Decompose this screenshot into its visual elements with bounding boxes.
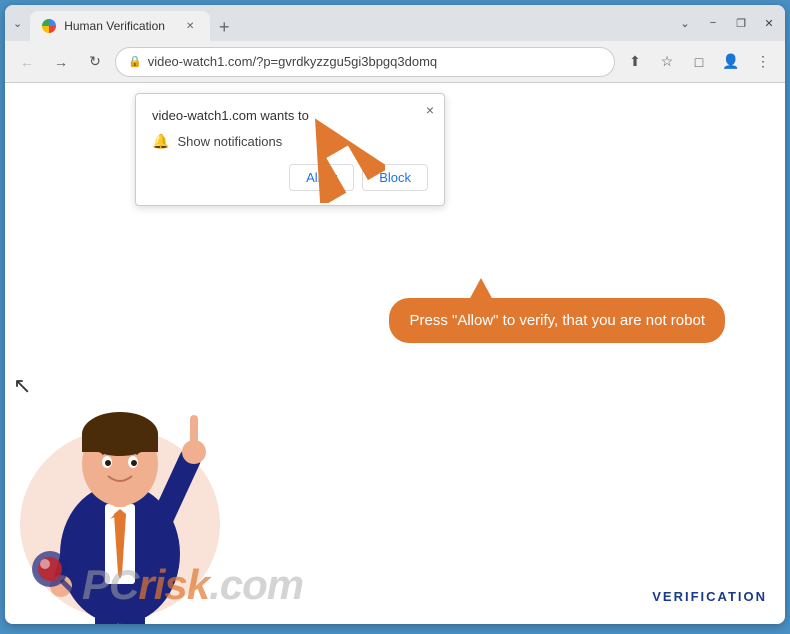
pcrisk-logo-area: PC risk .com <box>25 544 303 609</box>
window-controls: ⌄ − ❐ ✕ <box>669 17 777 30</box>
close-button[interactable]: ✕ <box>761 17 777 30</box>
pcrisk-text: PC <box>82 561 138 609</box>
bell-icon: 🔔 <box>152 133 169 150</box>
tab-strip-chevron[interactable]: ⌄ <box>13 17 22 30</box>
menu-button[interactable]: ⋮ <box>749 48 777 76</box>
verification-label-area: VERIFICATION <box>652 588 767 606</box>
tab-title: Human Verification <box>64 19 165 33</box>
address-bar[interactable]: 🔒 video-watch1.com/?p=gvrdkyzzgu5gi3bpgq… <box>115 47 615 77</box>
new-tab-button[interactable]: + <box>210 13 238 41</box>
nav-actions: ⬆ ☆ □ 👤 ⋮ <box>621 48 777 76</box>
active-tab[interactable]: Human Verification ✕ <box>30 11 210 41</box>
popup-close-button[interactable]: × <box>426 102 434 118</box>
extensions-button[interactable]: □ <box>685 48 713 76</box>
browser-window: ⌄ Human Verification ✕ + ⌄ − ❐ ✕ ← → ↻ <box>5 5 785 624</box>
orange-arrow-icon <box>285 103 385 203</box>
lock-icon: 🔒 <box>128 55 142 68</box>
account-button[interactable]: 👤 <box>717 48 745 76</box>
pcrisk-dotcom-text: .com <box>209 561 303 609</box>
speech-bubble: Press "Allow" to verify, that you are no… <box>389 298 725 343</box>
maximize-button[interactable]: ❐ <box>733 17 749 30</box>
speech-bubble-text: Press "Allow" to verify, that you are no… <box>409 312 705 329</box>
title-bar: ⌄ Human Verification ✕ + ⌄ − ❐ ✕ <box>5 5 785 41</box>
nav-bar: ← → ↻ 🔒 video-watch1.com/?p=gvrdkyzzgu5g… <box>5 41 785 83</box>
pcrisk-risk-text: risk <box>138 561 209 609</box>
minimize-button[interactable]: − <box>705 17 721 29</box>
verification-label: VERIFICATION <box>652 589 767 604</box>
reload-button[interactable]: ↻ <box>81 48 109 76</box>
show-notifications-label: Show notifications <box>177 134 282 149</box>
back-button[interactable]: ← <box>13 48 41 76</box>
pcrisk-magnifier-icon <box>25 544 80 599</box>
tab-favicon <box>42 19 56 33</box>
tab-close-button[interactable]: ✕ <box>182 18 198 34</box>
forward-button[interactable]: → <box>47 48 75 76</box>
bookmark-button[interactable]: ☆ <box>653 48 681 76</box>
tab-area: Human Verification ✕ + <box>30 5 665 41</box>
arrow-container <box>285 103 385 208</box>
share-button[interactable]: ⬆ <box>621 48 649 76</box>
chevron-down-icon[interactable]: ⌄ <box>677 17 693 30</box>
url-text: video-watch1.com/?p=gvrdkyzzgu5gi3bpgq3d… <box>148 54 437 69</box>
page-content: × video-watch1.com wants to 🔔 Show notif… <box>5 83 785 624</box>
